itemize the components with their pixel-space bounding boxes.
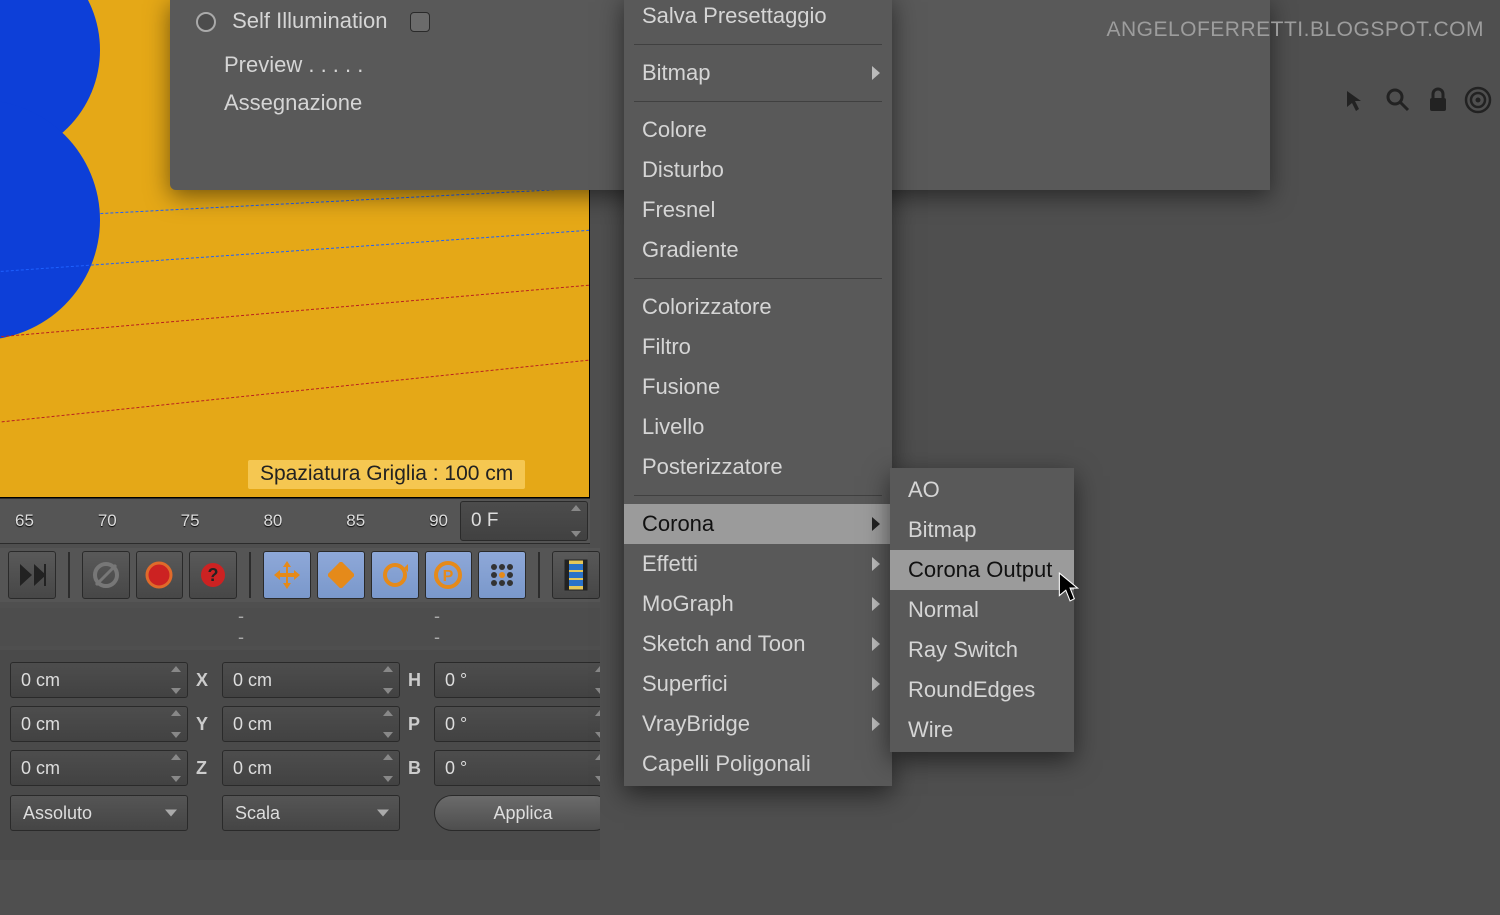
current-frame-field[interactable]: 0 F	[460, 501, 588, 541]
move-tool-button[interactable]	[263, 551, 311, 599]
label-b: B	[408, 758, 426, 779]
status-bar: -- -- --	[0, 608, 600, 646]
checkbox-icon[interactable]	[410, 12, 430, 32]
menu-separator	[634, 495, 882, 496]
rot-p-field[interactable]: 0 °	[434, 706, 612, 742]
menu-item-disturbo[interactable]: Disturbo	[624, 150, 892, 190]
menu-item-vraybridge[interactable]: VrayBridge	[624, 704, 892, 744]
label-z: Z	[196, 758, 214, 779]
menu-separator	[634, 101, 882, 102]
menu-item-colorizzatore[interactable]: Colorizzatore	[624, 287, 892, 327]
menu-item-superfici[interactable]: Superfici	[624, 664, 892, 704]
status-text: --	[434, 606, 440, 648]
menu-item-effetti[interactable]: Effetti	[624, 544, 892, 584]
label-x: X	[196, 670, 214, 691]
label-p: P	[408, 714, 426, 735]
watermark-text: ANGELOFERRETTI.BLOGSPOT.COM	[1106, 18, 1484, 42]
scale-z-field[interactable]: 0 cm	[222, 750, 400, 786]
menu-item-filtro[interactable]: Filtro	[624, 327, 892, 367]
coord-scale-dropdown[interactable]: Scala	[222, 795, 400, 831]
lock-icon[interactable]	[1422, 84, 1454, 116]
radio-icon[interactable]	[196, 12, 216, 32]
svg-text:P: P	[443, 568, 454, 585]
grid-line	[0, 358, 590, 424]
menu-item-posterizzatore[interactable]: Posterizzatore	[624, 447, 892, 487]
pos-z-field[interactable]: 0 cm	[10, 750, 188, 786]
status-text: --	[238, 606, 244, 648]
scale-tool-button[interactable]	[317, 551, 365, 599]
menu-separator	[634, 278, 882, 279]
menu-item-salva-presettaggio[interactable]: Salva Presettaggio	[624, 0, 892, 36]
menu-item-fresnel[interactable]: Fresnel	[624, 190, 892, 230]
grid-axis	[0, 283, 590, 338]
stepper-icon[interactable]	[571, 505, 581, 537]
scale-y-field[interactable]: 0 cm	[222, 706, 400, 742]
menu-item-mograph[interactable]: MoGraph	[624, 584, 892, 624]
record-disabled-button[interactable]	[82, 551, 130, 599]
coord-mode-dropdown[interactable]: Assoluto	[10, 795, 188, 831]
timeline-ticks: 65 70 75 80 85 90	[0, 511, 458, 531]
submenu-item-ray-switch[interactable]: Ray Switch	[890, 630, 1074, 670]
label-y: Y	[196, 714, 214, 735]
target-icon[interactable]	[1462, 84, 1494, 116]
menu-item-fusione[interactable]: Fusione	[624, 367, 892, 407]
pos-y-field[interactable]: 0 cm	[10, 706, 188, 742]
pos-x-field[interactable]: 0 cm	[10, 662, 188, 698]
search-icon[interactable]	[1382, 84, 1414, 116]
record-button[interactable]	[136, 551, 184, 599]
self-illumination-label: Self Illumination	[232, 8, 387, 33]
grid-button[interactable]	[478, 551, 526, 599]
scale-x-field[interactable]: 0 cm	[222, 662, 400, 698]
shader-menu: Salva Presettaggio Bitmap ColoreDisturboFr…	[624, 0, 892, 786]
rot-h-field[interactable]: 0 °	[434, 662, 612, 698]
skip-end-button[interactable]	[8, 551, 56, 599]
rotate-tool-button[interactable]	[371, 551, 419, 599]
menu-item-bitmap[interactable]: Bitmap	[624, 53, 892, 93]
corona-submenu: AOBitmapCorona OutputNormalRay SwitchRou…	[890, 468, 1074, 752]
menu-item-livello[interactable]: Livello	[624, 407, 892, 447]
menu-item-corona[interactable]: Corona	[624, 504, 892, 544]
filmstrip-button[interactable]	[552, 551, 600, 599]
menu-item-gradiente[interactable]: Gradiente	[624, 230, 892, 270]
menu-item-capelli-poligonali[interactable]: Capelli Poligonali	[624, 744, 892, 784]
help-button[interactable]: ?	[189, 551, 237, 599]
rot-b-field[interactable]: 0 °	[434, 750, 612, 786]
menu-item-sketch-and-toon[interactable]: Sketch and Toon	[624, 624, 892, 664]
label-h: H	[408, 670, 426, 691]
apply-button[interactable]: Applica	[434, 795, 612, 831]
menu-separator	[634, 44, 882, 45]
submenu-item-roundedges[interactable]: RoundEdges	[890, 670, 1074, 710]
scene-object	[0, 100, 100, 340]
submenu-item-normal[interactable]: Normal	[890, 590, 1074, 630]
submenu-item-ao[interactable]: AO	[890, 470, 1074, 510]
cursor-icon[interactable]	[1340, 84, 1372, 116]
parameters-button[interactable]: P	[425, 551, 473, 599]
svg-text:?: ?	[208, 565, 219, 585]
grid-spacing-label: Spaziatura Griglia : 100 cm	[248, 460, 525, 489]
menu-item-colore[interactable]: Colore	[624, 110, 892, 150]
toolbar: ? P	[0, 548, 600, 602]
timeline[interactable]: 65 70 75 80 85 90 0 F	[0, 498, 590, 544]
coordinate-panel: 0 cm X 0 cm H 0 ° 0 cm Y 0 cm P 0 ° 0 cm…	[0, 650, 600, 860]
submenu-item-corona-output[interactable]: Corona Output	[890, 550, 1074, 590]
grid-line	[100, 187, 590, 214]
submenu-item-bitmap[interactable]: Bitmap	[890, 510, 1074, 550]
submenu-item-wire[interactable]: Wire	[890, 710, 1074, 750]
